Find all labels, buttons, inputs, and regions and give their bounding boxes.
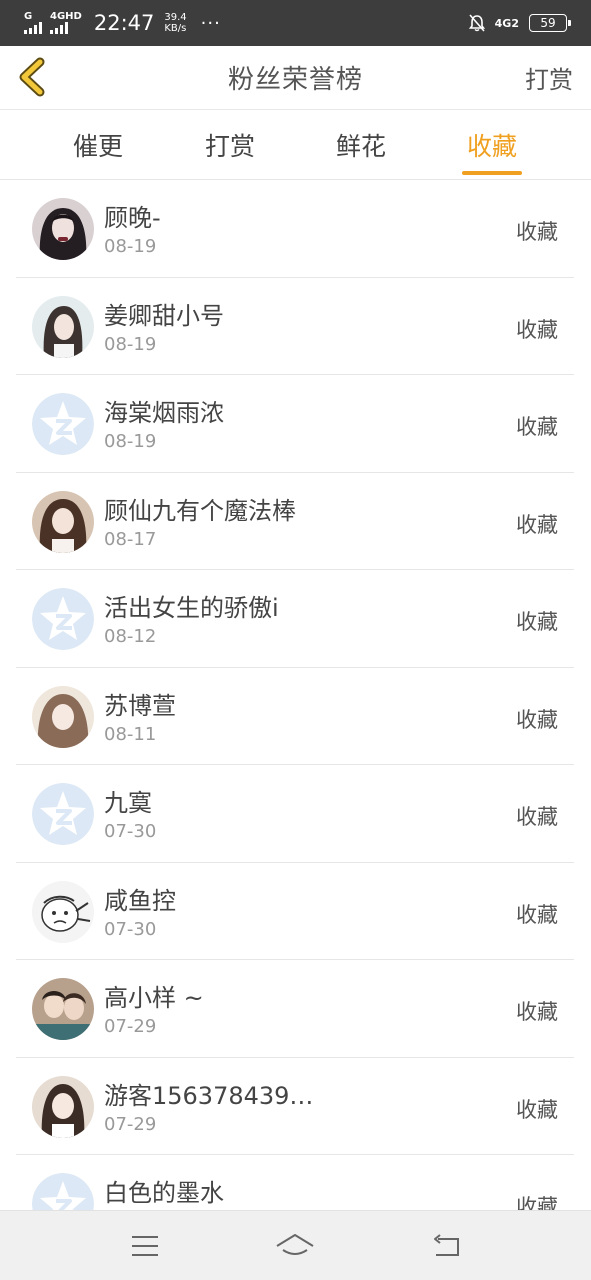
fan-action: 收藏 xyxy=(516,902,558,927)
sim2-label: 4GHD xyxy=(50,11,82,22)
default-avatar-icon xyxy=(32,588,94,650)
list-item[interactable]: 顾仙九有个魔法棒 08-17 收藏 xyxy=(16,473,574,570)
avatar xyxy=(32,1075,94,1138)
fan-list: 顾晚- 08-19 收藏 姜卿甜小号 08-19 收藏 海棠烟雨浓 08-19 … xyxy=(16,180,574,1210)
avatar xyxy=(32,198,94,260)
list-item[interactable]: 游客156378439… 07-29 收藏 xyxy=(16,1058,574,1155)
back-button[interactable] xyxy=(14,56,54,98)
list-item[interactable]: 海棠烟雨浓 08-19 收藏 xyxy=(16,375,574,473)
back-nav-button[interactable] xyxy=(423,1226,469,1266)
tab-label: 收藏 xyxy=(466,132,517,161)
status-bar: G 4GHD 22:47 39.4 KB/s ··· 4G2 59 xyxy=(0,0,591,46)
avatar xyxy=(32,490,94,553)
list-item[interactable]: 顾晚- 08-19 收藏 xyxy=(16,180,574,278)
tab-urge[interactable]: 催更 xyxy=(62,110,134,180)
tab-bar: 催更 打赏 鲜花 收藏 xyxy=(0,110,591,180)
speed-unit: KB/s xyxy=(164,23,187,34)
tab-label: 催更 xyxy=(72,132,123,161)
sim1-label: G xyxy=(24,11,33,22)
fan-name: 活出女生的骄傲i xyxy=(104,594,279,622)
avatar xyxy=(32,978,94,1040)
fan-name: 顾仙九有个魔法棒 xyxy=(104,496,296,525)
more-notifications: ··· xyxy=(200,12,221,34)
network-type: 4G2 xyxy=(494,16,519,30)
fan-action: 收藏 xyxy=(516,415,558,439)
default-avatar-icon xyxy=(32,393,94,455)
default-avatar-icon xyxy=(32,783,94,845)
fan-action: 收藏 xyxy=(516,1000,558,1024)
menu-icon xyxy=(132,1235,159,1256)
fan-name: 顾晚- xyxy=(104,204,161,232)
fan-date: 08-17 xyxy=(104,528,157,550)
fan-date: 08-19 xyxy=(104,236,157,257)
menu-button[interactable] xyxy=(122,1226,168,1266)
list-item[interactable]: 白色的墨水 收藏 xyxy=(16,1155,574,1210)
fan-date: 07-30 xyxy=(104,821,157,842)
chevron-left-icon xyxy=(19,57,45,97)
page-title: 粉丝荣誉榜 xyxy=(227,65,363,95)
fan-action: 收藏 xyxy=(516,512,558,537)
network-speed: 39.4 KB/s xyxy=(164,12,186,34)
tab-flowers[interactable]: 鲜花 xyxy=(325,110,397,180)
signal-bars-icon xyxy=(50,22,68,34)
list-item[interactable]: 九寞 07-30 收藏 xyxy=(16,765,574,863)
fan-date: 08-12 xyxy=(104,626,157,647)
signal-bars-icon xyxy=(24,22,42,34)
status-time: 22:47 xyxy=(93,11,155,35)
list-item[interactable]: 咸鱼控 07-30 收藏 xyxy=(16,863,574,960)
avatar xyxy=(32,685,94,748)
fan-date: 07-30 xyxy=(104,918,157,940)
avatar xyxy=(32,295,94,358)
fan-action: 收藏 xyxy=(516,220,558,244)
fan-date: 08-19 xyxy=(104,333,157,355)
fan-action: 收藏 xyxy=(516,610,558,634)
list-item[interactable]: 高小样 ~ 07-29 收藏 xyxy=(16,960,574,1058)
default-avatar-icon xyxy=(32,1173,94,1210)
back-arrow-icon xyxy=(433,1233,459,1256)
signal-sim2: 4GHD xyxy=(50,12,82,34)
speed-value: 39.4 xyxy=(164,12,187,23)
tab-label: 鲜花 xyxy=(335,132,386,161)
fan-name: 苏博萱 xyxy=(104,691,176,720)
fan-date: 08-19 xyxy=(104,431,157,452)
signal-sim1: G xyxy=(24,12,42,34)
status-right: 4G2 59 xyxy=(468,14,571,32)
fan-name: 高小样 ~ xyxy=(104,984,204,1012)
avatar xyxy=(32,880,94,943)
fan-action: 收藏 xyxy=(516,1195,558,1210)
fan-action: 收藏 xyxy=(516,1097,558,1122)
list-item[interactable]: 活出女生的骄傲i 08-12 收藏 xyxy=(16,570,574,668)
home-button[interactable] xyxy=(272,1226,318,1266)
fan-action: 收藏 xyxy=(516,805,558,829)
home-icon xyxy=(276,1233,315,1255)
reward-button[interactable]: 打赏 xyxy=(525,60,573,95)
fan-action: 收藏 xyxy=(516,707,558,732)
fan-date: 08-11 xyxy=(104,723,157,745)
fan-name: 白色的墨水 xyxy=(104,1179,224,1207)
system-nav-bar xyxy=(0,1210,591,1280)
fan-date: 07-29 xyxy=(104,1016,157,1037)
list-item[interactable]: 姜卿甜小号 08-19 收藏 xyxy=(16,278,574,375)
fan-name: 咸鱼控 xyxy=(104,886,176,915)
fan-name: 九寞 xyxy=(104,789,152,817)
battery-icon: 59 xyxy=(529,14,571,32)
tab-label: 打赏 xyxy=(204,132,255,161)
battery-level: 59 xyxy=(540,16,556,30)
status-left: G 4GHD 22:47 39.4 KB/s ··· xyxy=(24,11,221,35)
fan-name: 海棠烟雨浓 xyxy=(104,399,224,427)
tab-reward[interactable]: 打赏 xyxy=(194,110,266,180)
list-item[interactable]: 苏博萱 08-11 收藏 xyxy=(16,668,574,765)
active-tab-indicator xyxy=(462,171,522,175)
fan-date: 07-29 xyxy=(104,1113,157,1135)
fan-name: 姜卿甜小号 xyxy=(104,301,224,330)
fan-action: 收藏 xyxy=(516,317,558,342)
fan-name: 游客156378439… xyxy=(104,1081,314,1110)
bell-off-icon xyxy=(468,14,485,32)
app-header: 粉丝荣誉榜 打赏 xyxy=(0,46,591,110)
tab-favorites[interactable]: 收藏 xyxy=(462,110,522,180)
